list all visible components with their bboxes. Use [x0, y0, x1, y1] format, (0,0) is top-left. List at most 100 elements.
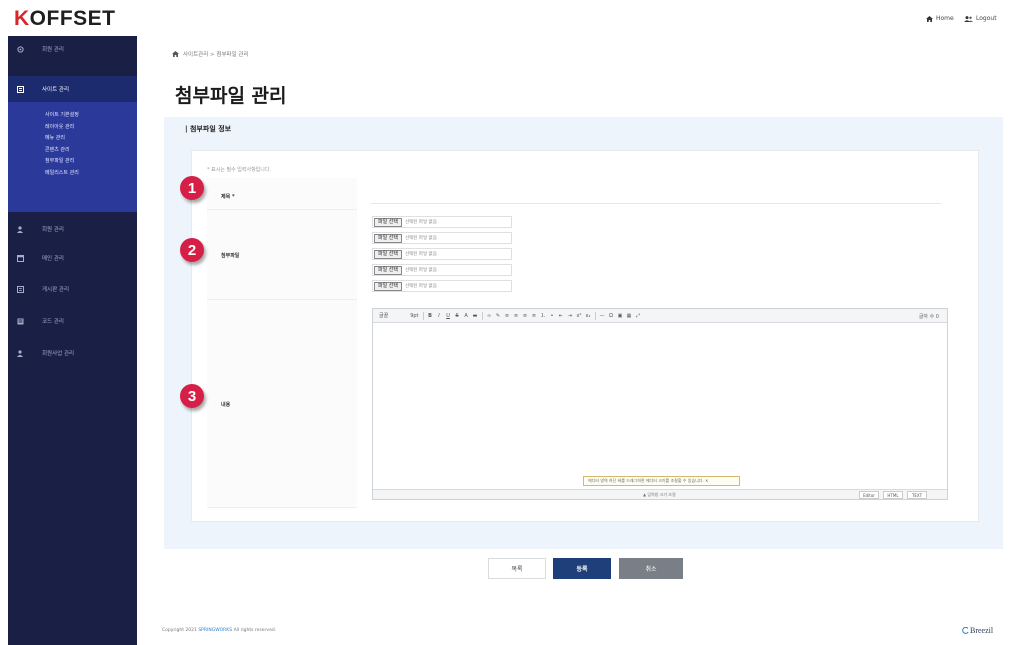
sidebar-submenu: 사이트 기본설정 레이아웃 관리 메뉴 관리 콘텐츠 관리 첨부파일 관리 메일…	[8, 102, 137, 212]
vendor-logo: Breezil	[962, 626, 993, 635]
document-icon	[17, 85, 24, 93]
toolbar-divider	[422, 311, 424, 320]
sidebar-item-board[interactable]: 게시판 관리	[8, 276, 137, 302]
sidebar-item-code[interactable]: 코드 관리	[8, 308, 137, 334]
step-badge-2: 2	[180, 238, 204, 262]
person-icon	[17, 349, 23, 357]
italic-icon[interactable]: I	[437, 313, 442, 319]
logout-link[interactable]: Logout	[964, 15, 997, 22]
list-button[interactable]: 목록	[488, 558, 546, 579]
file-select-button-1[interactable]: 파일 선택	[374, 217, 402, 227]
superscript-icon[interactable]: x²	[577, 313, 582, 319]
submenu-item-mailing-list[interactable]: 메일리스트 관리	[8, 168, 137, 180]
mode-tab-editor[interactable]: Editor	[859, 491, 879, 499]
top-bar: KOFFSET Home Logout	[0, 0, 1012, 36]
file-row-2: 파일 선택 선택된 파일 없음	[372, 232, 512, 244]
submenu-item-menu[interactable]: 메뉴 관리	[8, 133, 137, 145]
image-icon[interactable]: ▣	[618, 313, 623, 319]
content-label: 내용	[221, 402, 231, 408]
eraser-icon[interactable]: ✎	[496, 313, 501, 319]
home-icon	[926, 15, 933, 22]
align-justify-icon[interactable]: ≡	[532, 313, 537, 319]
file-status-2: 선택된 파일 없음	[405, 236, 437, 241]
link-icon[interactable]: ∞	[487, 313, 492, 319]
file-row-4: 파일 선택 선택된 파일 없음	[372, 264, 512, 276]
home-link[interactable]: Home	[926, 15, 954, 22]
users-icon	[964, 15, 973, 22]
ordered-list-icon[interactable]: ⒈	[541, 313, 546, 319]
grid-icon	[17, 318, 24, 324]
expand-icon[interactable]: ⤢	[636, 313, 641, 319]
underline-icon[interactable]: U	[446, 313, 451, 319]
table-icon[interactable]: ▦	[627, 313, 632, 319]
toolbar-divider	[481, 311, 483, 320]
step-badge-1: 1	[180, 176, 204, 200]
section-title: | 첨부파일 정보	[185, 125, 232, 133]
file-status-3: 선택된 파일 없음	[405, 252, 437, 257]
attachment-label: 첨부파일	[221, 253, 240, 259]
toolbar-divider	[594, 311, 596, 320]
align-left-icon[interactable]: ≡	[505, 313, 510, 319]
text-color-icon[interactable]: A	[464, 313, 469, 319]
subscript-icon[interactable]: x₂	[586, 313, 591, 319]
register-button[interactable]: 등록	[553, 558, 611, 579]
file-select-button-4[interactable]: 파일 선택	[374, 265, 402, 275]
outdent-icon[interactable]: ⇤	[559, 313, 564, 319]
title-label: 제목 *	[221, 194, 235, 200]
highlight-icon[interactable]: ▬	[473, 313, 478, 319]
home-icon[interactable]	[172, 51, 179, 57]
sidebar-item-member-business[interactable]: 회원사업 관리	[8, 340, 137, 366]
koffset-logo[interactable]: KOFFSET	[14, 7, 116, 31]
bullet-list-icon[interactable]: •	[550, 313, 555, 319]
editor-char-counter: 글자 수 0	[918, 314, 939, 320]
align-right-icon[interactable]: ≡	[523, 313, 528, 319]
font-select[interactable]: 글꼴	[379, 312, 388, 319]
person-icon	[17, 225, 23, 233]
editor-resize-notice[interactable]: 에디터 영역 하단 바를 드래그하면 에디터 크기를 조절할 수 있습니다. ✕	[583, 476, 740, 486]
mode-tab-html[interactable]: HTML	[883, 491, 903, 499]
file-select-button-2[interactable]: 파일 선택	[374, 233, 402, 243]
submenu-item-layout[interactable]: 레이아웃 관리	[8, 122, 137, 134]
horizontal-rule-icon[interactable]: —	[600, 313, 605, 319]
sidebar: 회원 관리 사이트 관리 사이트 기본설정 레이아웃 관리 메뉴 관리 콘텐츠 …	[8, 36, 137, 645]
board-icon	[17, 285, 24, 293]
editor-footer: ▲ 입력창 크기 조절 Editor HTML TEXT	[373, 489, 947, 499]
title-input[interactable]	[371, 182, 941, 204]
sidebar-item-main[interactable]: 메인 관리	[8, 245, 137, 271]
submenu-item-attachments[interactable]: 첨부파일 관리	[8, 156, 137, 168]
bold-icon[interactable]: B	[428, 313, 433, 319]
submenu-item-content[interactable]: 콘텐츠 관리	[8, 145, 137, 157]
required-note: * 표시는 필수 입력사항입니다.	[207, 167, 272, 173]
sidebar-item-member-2[interactable]: 회원 관리	[8, 216, 137, 242]
file-row-1: 파일 선택 선택된 파일 없음	[372, 216, 512, 228]
sidebar-item-site[interactable]: 사이트 관리	[8, 76, 137, 102]
file-status-4: 선택된 파일 없음	[405, 268, 437, 273]
align-center-icon[interactable]: ≡	[514, 313, 519, 319]
breezil-swirl-icon	[962, 627, 969, 634]
rich-text-editor: 글꼴 9pt B I U S A ▬ ∞ ✎ ≡ ≡ ≡ ≡ ⒈ • ⇤ ⇥ x…	[372, 308, 948, 500]
page-title: 첨부파일 관리	[175, 85, 287, 107]
editor-toolbar: 글꼴 9pt B I U S A ▬ ∞ ✎ ≡ ≡ ≡ ≡ ⒈ • ⇤ ⇥ x…	[373, 309, 947, 323]
file-row-5: 파일 선택 선택된 파일 없음	[372, 280, 512, 292]
file-row-3: 파일 선택 선택된 파일 없음	[372, 248, 512, 260]
step-badge-3: 3	[180, 384, 204, 408]
editor-resize-handle[interactable]: ▲ 입력창 크기 조절	[643, 492, 676, 498]
font-size-select[interactable]: 9pt	[410, 313, 418, 319]
file-status-5: 선택된 파일 없음	[405, 284, 437, 289]
file-status-1: 선택된 파일 없음	[405, 220, 437, 225]
cancel-button[interactable]: 취소	[619, 558, 683, 579]
copyright: Copyright 2021 SPRINGWORKS All rights re…	[162, 628, 277, 633]
window-icon	[17, 254, 24, 262]
breadcrumb-path: 사이트관리 > 첨부파일 관리	[183, 52, 249, 58]
special-char-icon[interactable]: Ω	[609, 313, 614, 319]
breadcrumb: 사이트관리 > 첨부파일 관리	[172, 50, 249, 58]
indent-icon[interactable]: ⇥	[568, 313, 573, 319]
sidebar-item-member[interactable]: 회원 관리	[8, 36, 137, 62]
settings-icon	[17, 45, 24, 53]
file-select-button-5[interactable]: 파일 선택	[374, 281, 402, 291]
file-select-button-3[interactable]: 파일 선택	[374, 249, 402, 259]
editor-content-area[interactable]	[375, 325, 945, 485]
mode-tab-text[interactable]: TEXT	[907, 491, 927, 499]
strikethrough-icon[interactable]: S	[455, 313, 460, 319]
submenu-item-site-settings[interactable]: 사이트 기본설정	[8, 110, 137, 122]
